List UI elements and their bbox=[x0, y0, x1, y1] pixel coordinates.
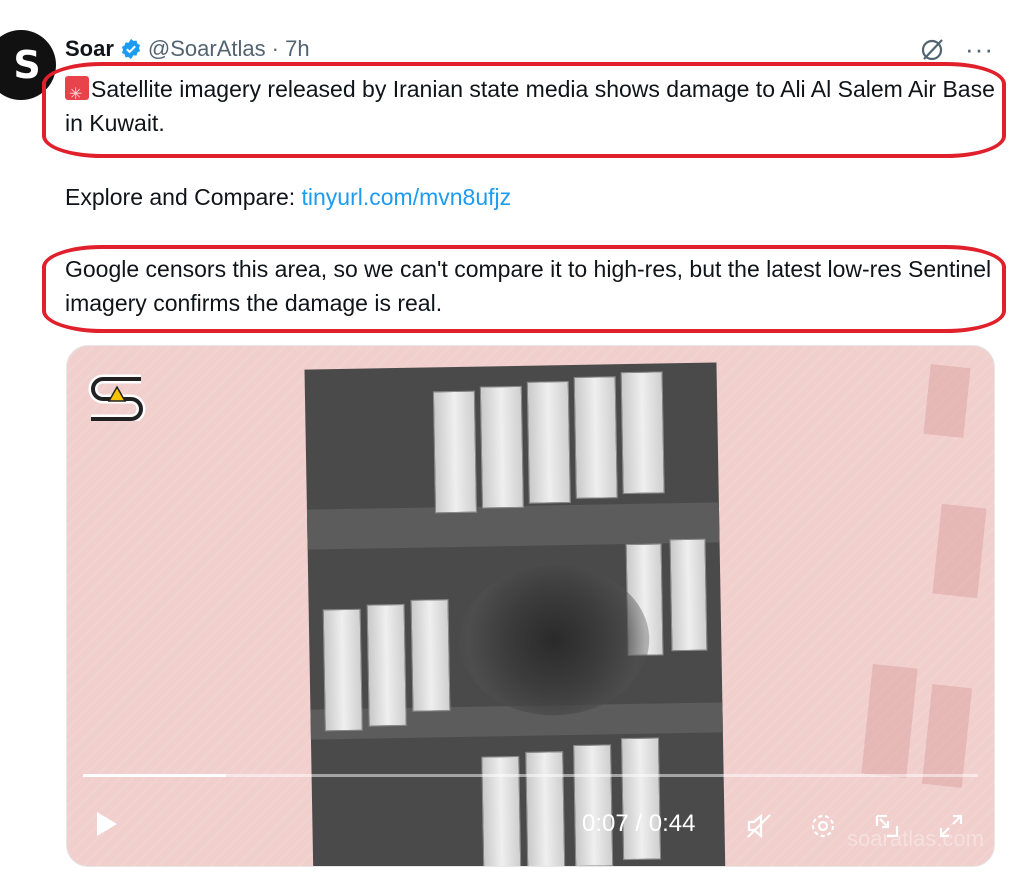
video-progress-fill bbox=[83, 774, 227, 777]
map-tile-shape bbox=[932, 503, 987, 599]
map-tile-shape bbox=[923, 364, 971, 438]
damage-crater bbox=[457, 563, 651, 717]
red-annotation-oval-top bbox=[42, 62, 1006, 158]
map-tile-shape bbox=[921, 684, 973, 788]
building bbox=[573, 744, 614, 866]
building bbox=[526, 381, 571, 504]
building bbox=[481, 755, 522, 866]
video-progress-bar[interactable] bbox=[83, 774, 978, 777]
building bbox=[410, 599, 451, 712]
red-annotation-oval-bottom bbox=[42, 245, 1006, 333]
map-tile-shape bbox=[861, 663, 918, 779]
building bbox=[620, 737, 662, 861]
more-options-icon[interactable]: ··· bbox=[965, 34, 994, 65]
building bbox=[322, 608, 363, 732]
picture-in-picture-icon[interactable] bbox=[873, 812, 901, 840]
building bbox=[525, 751, 566, 866]
play-button[interactable] bbox=[97, 812, 117, 836]
author-name[interactable]: Soar bbox=[65, 36, 114, 62]
tweet-time[interactable]: · 7h bbox=[272, 36, 310, 62]
grok-icon[interactable] bbox=[919, 37, 945, 63]
mute-icon[interactable] bbox=[745, 812, 773, 840]
tweet-text-explore: Explore and Compare: tinyurl.com/mvn8ufj… bbox=[65, 180, 995, 214]
settings-gear-icon[interactable] bbox=[809, 812, 837, 840]
building bbox=[573, 376, 618, 499]
building bbox=[366, 603, 407, 727]
tweet-header: Soar @SoarAtlas · 7h bbox=[65, 34, 310, 64]
verified-badge-icon bbox=[121, 38, 140, 60]
explore-label: Explore and Compare: bbox=[65, 184, 302, 210]
satellite-image bbox=[304, 362, 726, 866]
soar-logo-icon: S bbox=[13, 43, 41, 87]
fullscreen-icon[interactable] bbox=[937, 812, 965, 840]
video-player[interactable]: soaratlas.com 0:07 / 0:44 bbox=[66, 345, 995, 867]
video-time: 0:07 / 0:44 bbox=[582, 810, 696, 837]
building bbox=[620, 371, 665, 495]
author-handle[interactable]: @SoarAtlas bbox=[148, 36, 266, 62]
building bbox=[479, 385, 524, 509]
building bbox=[432, 390, 478, 514]
header-actions: ··· bbox=[919, 34, 994, 65]
building bbox=[669, 538, 708, 652]
explore-link[interactable]: tinyurl.com/mvn8ufjz bbox=[302, 184, 512, 210]
soar-watermark-logo-icon bbox=[88, 374, 146, 421]
